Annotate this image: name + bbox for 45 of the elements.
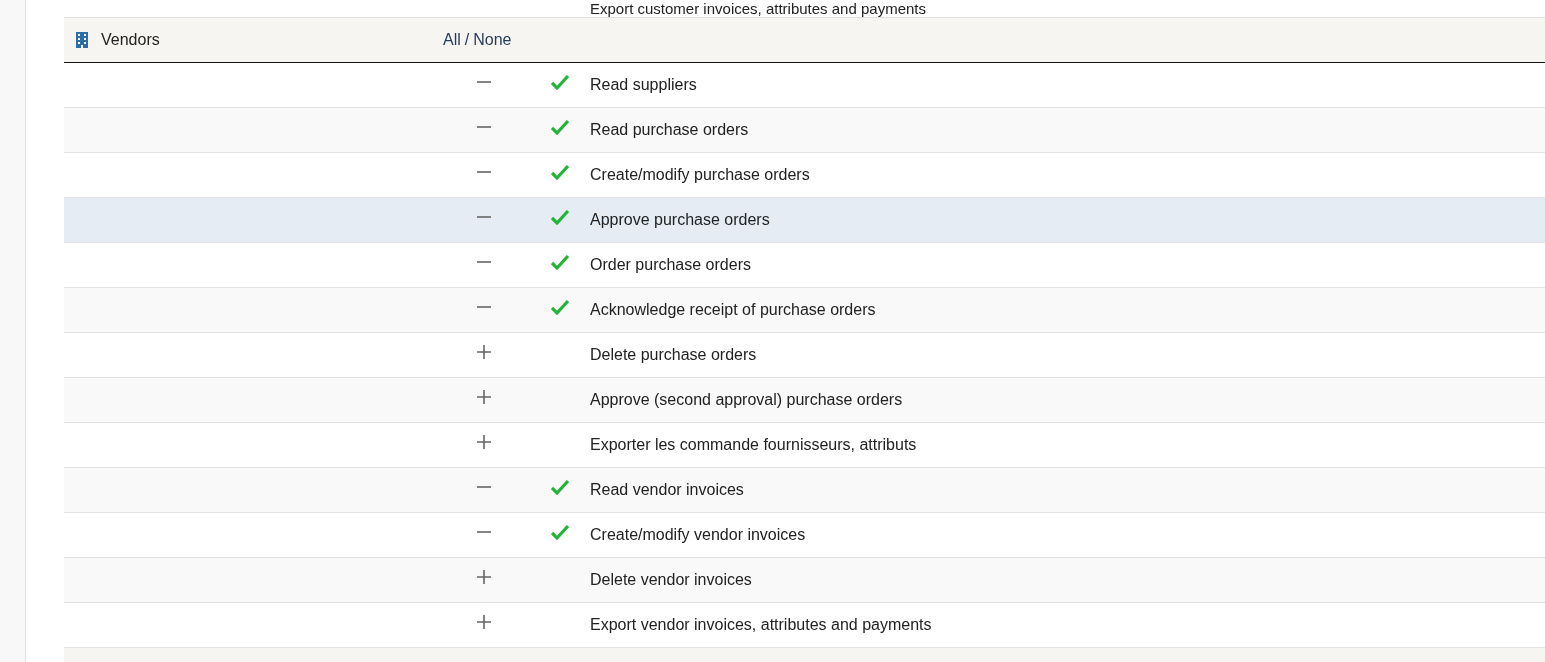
permission-label: Acknowledge receipt of purchase orders [590,301,876,319]
plus-icon [475,434,492,450]
permission-label: Export customer invoices, attributes and payments [590,0,926,17]
checkmark-icon [550,164,569,180]
minus-icon [475,126,492,128]
permission-label: Create/modify purchase orders [590,166,810,184]
minus-icon [475,171,492,173]
building-icon [75,32,89,48]
section-title: Vendors [101,31,160,49]
plus-icon [475,569,492,585]
permission-label: Read purchase orders [590,121,749,139]
select-none-link[interactable]: None [473,31,512,49]
minus-icon [475,81,492,83]
minus-icon [475,261,492,263]
permission-label: Approve purchase orders [590,211,770,229]
plus-icon [475,344,492,360]
add-permission-button[interactable] [475,434,492,450]
plus-icon [475,389,492,405]
add-permission-button[interactable] [475,344,492,360]
checkmark-icon [550,524,569,540]
checkmark-icon [550,119,569,135]
plus-icon [475,614,492,630]
add-permission-button[interactable] [475,389,492,405]
permission-label: Read vendor invoices [590,481,744,499]
checkmark-icon [550,479,569,495]
minus-icon [475,216,492,218]
permission-label: Read suppliers [590,76,697,94]
minus-icon [475,306,492,308]
permission-label: Create/modify vendor invoices [590,526,806,544]
checkmark-icon [550,74,569,90]
minus-icon [475,531,492,533]
checkmark-icon [550,209,569,225]
permission-label: Exporter les commande fournisseurs, attributs [590,436,917,454]
add-permission-button[interactable] [475,569,492,585]
checkmark-icon [550,299,569,315]
checkmark-icon [550,254,569,270]
permission-label: Delete vendor invoices [590,571,752,589]
select-all-link[interactable]: All [443,31,461,49]
minus-icon [475,486,492,488]
add-permission-button[interactable] [475,614,492,630]
separator-text: / [464,31,470,49]
permission-label: Export vendor invoices, attributes and payments [590,616,932,634]
permission-label: Delete purchase orders [590,346,757,364]
permission-label: Order purchase orders [590,256,751,274]
permission-label: Approve (second approval) purchase orders [590,391,903,409]
